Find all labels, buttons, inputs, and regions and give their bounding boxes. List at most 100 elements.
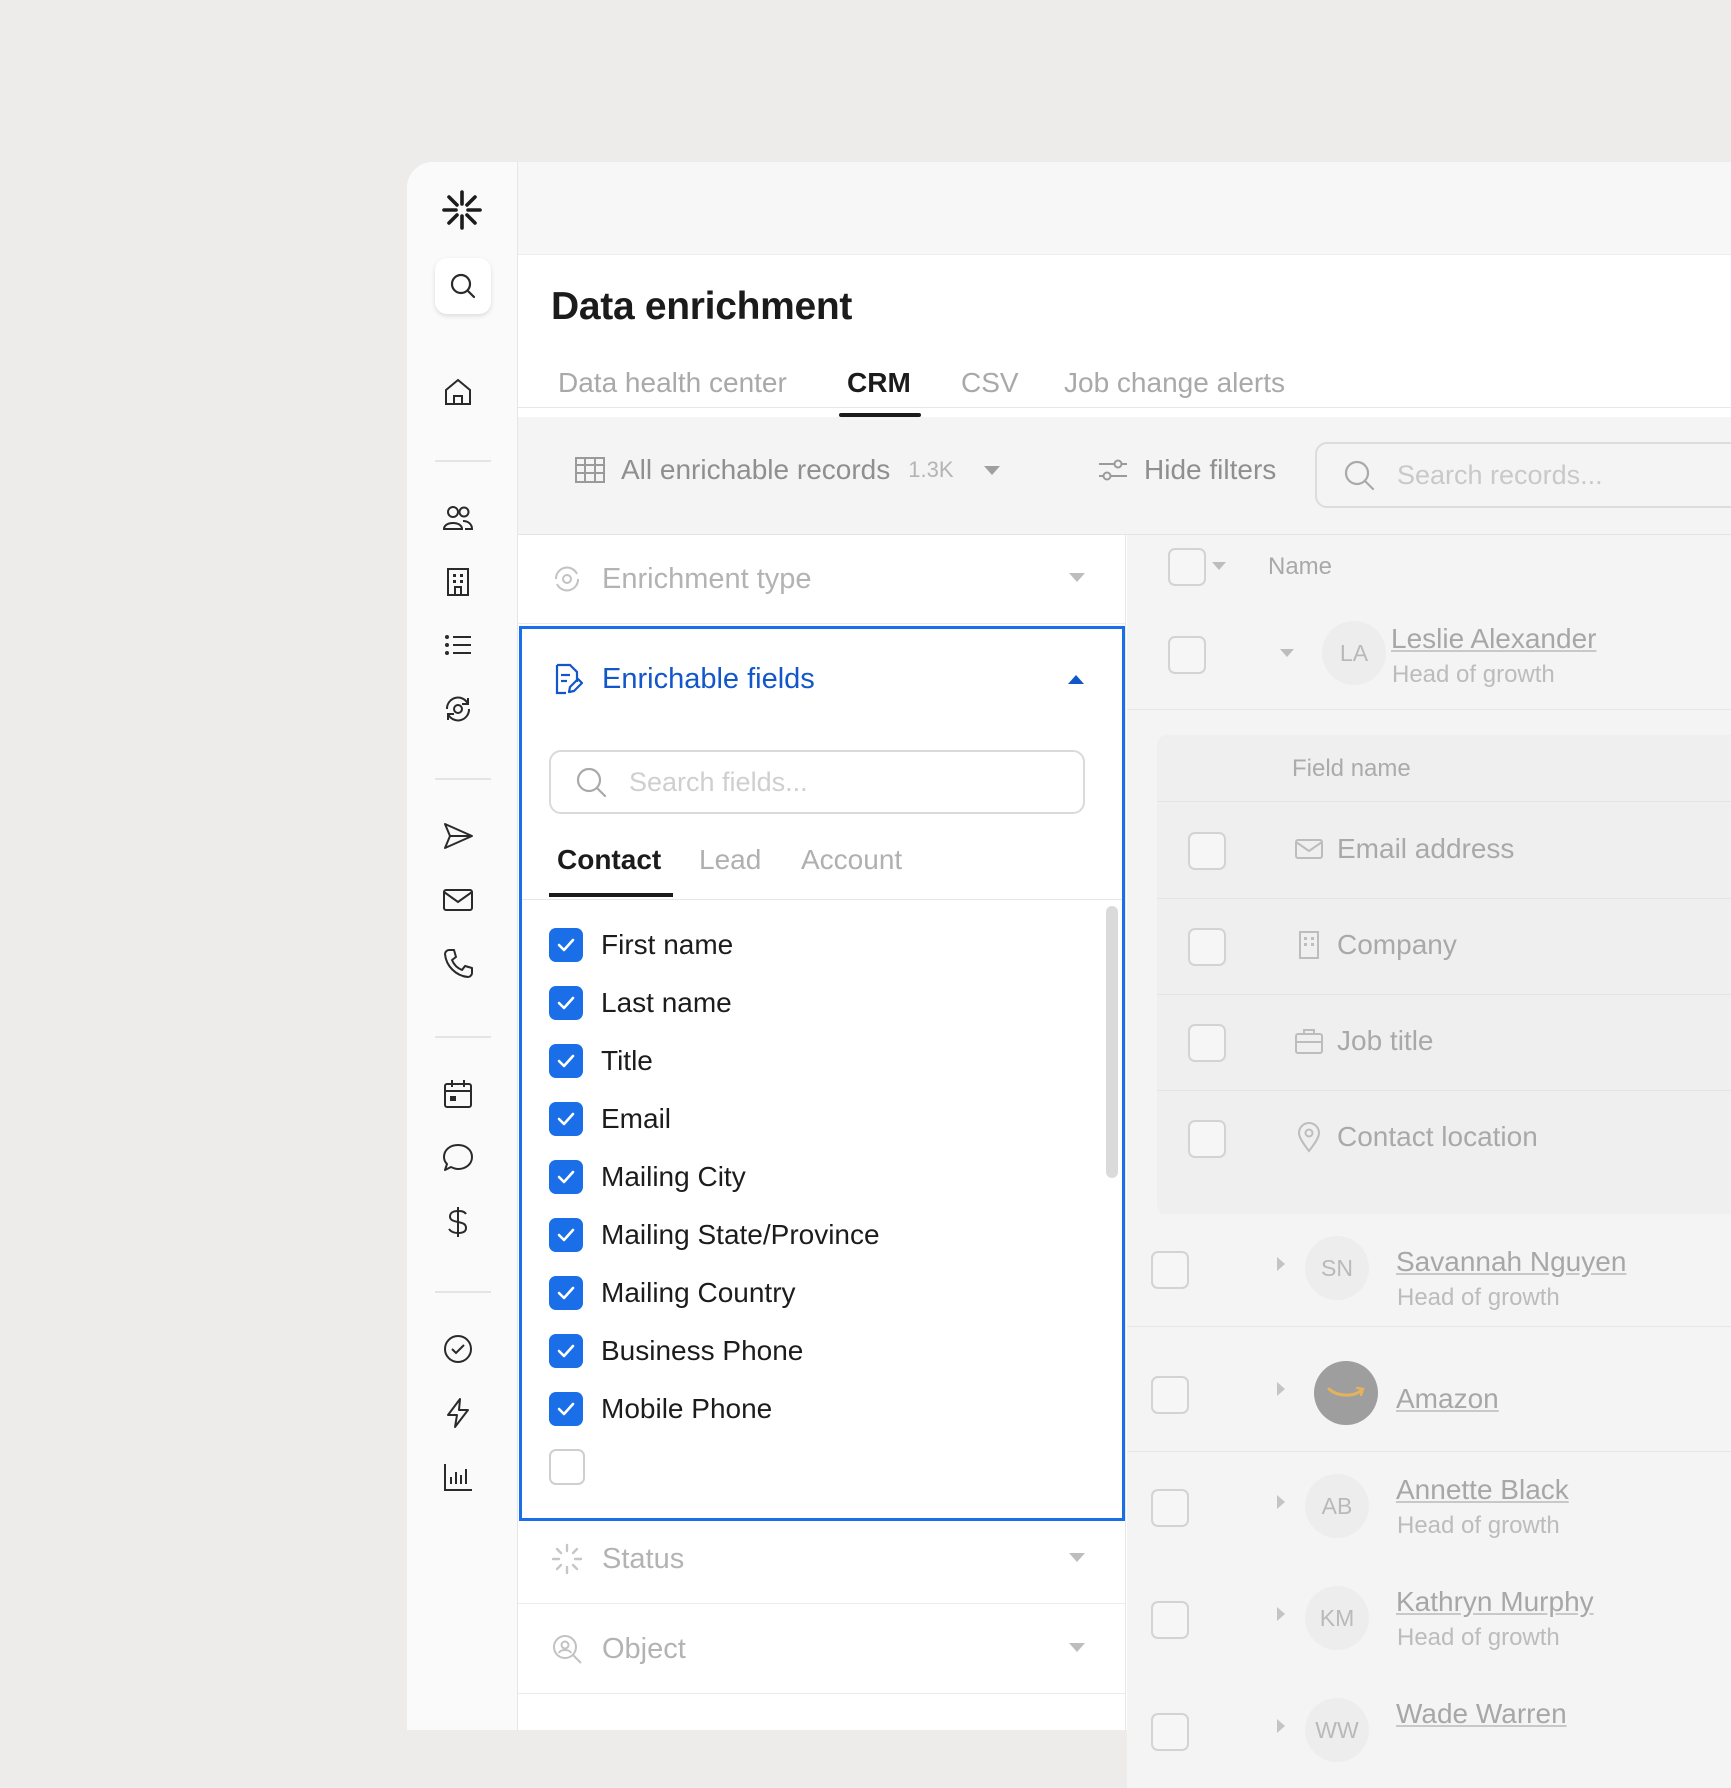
table-row[interactable]: Amazon: [1127, 1339, 1731, 1452]
contact-name-link[interactable]: Kathryn Murphy: [1396, 1586, 1594, 1618]
tab-crm[interactable]: CRM: [847, 367, 911, 399]
bar-chart-icon[interactable]: [438, 1457, 478, 1497]
field-item[interactable]: Last name: [549, 983, 732, 1023]
row-checkbox[interactable]: [1168, 636, 1206, 674]
avatar: AB: [1305, 1474, 1369, 1538]
contact-name-link[interactable]: Annette Black: [1396, 1474, 1569, 1506]
records-view-dropdown[interactable]: All enrichable records 1.3K: [573, 453, 1000, 487]
checkbox-checked[interactable]: [549, 1392, 583, 1426]
chevron-right-icon[interactable]: [1277, 1719, 1285, 1733]
row-checkbox[interactable]: [1151, 1376, 1189, 1414]
checkbox-checked[interactable]: [549, 1044, 583, 1078]
field-item[interactable]: Mailing City: [549, 1157, 746, 1197]
contact-name-link[interactable]: Savannah Nguyen: [1396, 1246, 1626, 1278]
send-icon[interactable]: [438, 816, 478, 856]
app-logo-icon[interactable]: [440, 188, 484, 232]
field-list-scrollbar[interactable]: [1106, 906, 1118, 1178]
checkbox-checked[interactable]: [549, 1102, 583, 1136]
dollar-icon[interactable]: [438, 1202, 478, 1242]
chevron-down-icon[interactable]: [1212, 562, 1226, 570]
row-checkbox[interactable]: [1188, 1120, 1226, 1158]
select-all-checkbox[interactable]: [1168, 548, 1206, 586]
filter-enrichment-type[interactable]: Enrichment type: [518, 535, 1125, 624]
contact-name-link[interactable]: Wade Warren: [1396, 1698, 1567, 1730]
checkbox-checked[interactable]: [549, 1160, 583, 1194]
table-row[interactable]: LA Leslie Alexander Head of growth: [1127, 597, 1731, 710]
subtab-contact[interactable]: Contact: [557, 844, 661, 876]
check-circle-icon[interactable]: [438, 1329, 478, 1369]
subtab-lead[interactable]: Lead: [699, 844, 761, 876]
hide-filters-button[interactable]: Hide filters: [1096, 453, 1276, 487]
checkbox-checked[interactable]: [549, 986, 583, 1020]
field-item[interactable]: Mobile Phone: [549, 1389, 772, 1429]
subtable-row[interactable]: Company: [1157, 898, 1731, 995]
list-icon[interactable]: [438, 625, 478, 665]
search-records-input[interactable]: Search records...: [1315, 442, 1731, 508]
mail-icon[interactable]: [438, 880, 478, 920]
home-icon[interactable]: [438, 372, 478, 412]
row-checkbox[interactable]: [1151, 1601, 1189, 1639]
search-fields-input[interactable]: Search fields...: [549, 750, 1085, 814]
object-search-icon: [550, 1632, 584, 1666]
row-checkbox[interactable]: [1188, 1024, 1226, 1062]
loading-spinner-icon: [550, 1542, 584, 1576]
field-label: Last name: [601, 987, 732, 1018]
checkbox-checked[interactable]: [549, 1334, 583, 1368]
checkbox-unchecked[interactable]: [549, 1449, 585, 1485]
row-checkbox[interactable]: [1188, 832, 1226, 870]
table-row[interactable]: WW Wade Warren: [1127, 1676, 1731, 1788]
search-fields-placeholder: Search fields...: [629, 766, 808, 797]
field-item[interactable]: First name: [549, 925, 733, 965]
field-item[interactable]: Business Phone: [549, 1331, 803, 1371]
row-checkbox[interactable]: [1188, 928, 1226, 966]
people-icon[interactable]: [438, 498, 478, 538]
chat-icon[interactable]: [438, 1138, 478, 1178]
subtab-account[interactable]: Account: [801, 844, 902, 876]
subtable-row[interactable]: Contact location: [1157, 1090, 1731, 1186]
chevron-up-icon[interactable]: [1068, 675, 1084, 684]
avatar: SN: [1305, 1236, 1369, 1300]
tab-data-health-center[interactable]: Data health center: [558, 367, 787, 399]
chevron-right-icon[interactable]: [1277, 1382, 1285, 1396]
filter-status[interactable]: Status: [518, 1515, 1125, 1604]
row-checkbox[interactable]: [1151, 1489, 1189, 1527]
field-item[interactable]: Email: [549, 1099, 671, 1139]
tab-csv[interactable]: CSV: [961, 367, 1019, 399]
subtable-row[interactable]: Email address: [1157, 802, 1731, 899]
table-row[interactable]: AB Annette Black Head of growth: [1127, 1452, 1731, 1565]
top-bar: [518, 162, 1731, 255]
row-checkbox[interactable]: [1151, 1251, 1189, 1289]
building-icon[interactable]: [438, 562, 478, 602]
field-item[interactable]: Mailing State/Province: [549, 1215, 880, 1255]
chevron-right-icon[interactable]: [1277, 1607, 1285, 1621]
chevron-down-icon[interactable]: [1280, 649, 1294, 657]
company-name-link[interactable]: Amazon: [1396, 1383, 1499, 1415]
field-item[interactable]: Title: [549, 1041, 653, 1081]
checkmark-icon: [557, 938, 575, 952]
calendar-icon[interactable]: [438, 1074, 478, 1114]
amazon-smile-icon: [1327, 1386, 1365, 1397]
checkbox-checked[interactable]: [549, 1276, 583, 1310]
row-checkbox[interactable]: [1151, 1713, 1189, 1751]
sidebar-search-button[interactable]: [435, 258, 491, 314]
checkbox-checked[interactable]: [549, 928, 583, 962]
enrichment-refresh-icon[interactable]: [438, 689, 478, 729]
filter-partial: [518, 1695, 1125, 1730]
filter-object[interactable]: Object: [518, 1605, 1125, 1694]
lightning-icon[interactable]: [438, 1393, 478, 1433]
enrichable-fields-header[interactable]: Enrichable fields: [522, 649, 1122, 709]
mail-icon: [1295, 839, 1323, 859]
contact-name-link[interactable]: Leslie Alexander: [1391, 623, 1596, 655]
chevron-right-icon[interactable]: [1277, 1495, 1285, 1509]
tab-job-change-alerts[interactable]: Job change alerts: [1064, 367, 1285, 399]
subtable-row[interactable]: Job title: [1157, 994, 1731, 1091]
table-row[interactable]: KM Kathryn Murphy Head of growth: [1127, 1564, 1731, 1677]
subtable-header: Field name: [1157, 735, 1731, 802]
field-item[interactable]: Mailing Country: [549, 1273, 796, 1313]
checkmark-icon: [557, 1286, 575, 1300]
table-row[interactable]: SN Savannah Nguyen Head of growth: [1127, 1214, 1731, 1327]
contact-role: Head of growth: [1397, 1512, 1560, 1539]
phone-icon[interactable]: [438, 943, 478, 983]
checkbox-checked[interactable]: [549, 1218, 583, 1252]
chevron-right-icon[interactable]: [1277, 1257, 1285, 1271]
